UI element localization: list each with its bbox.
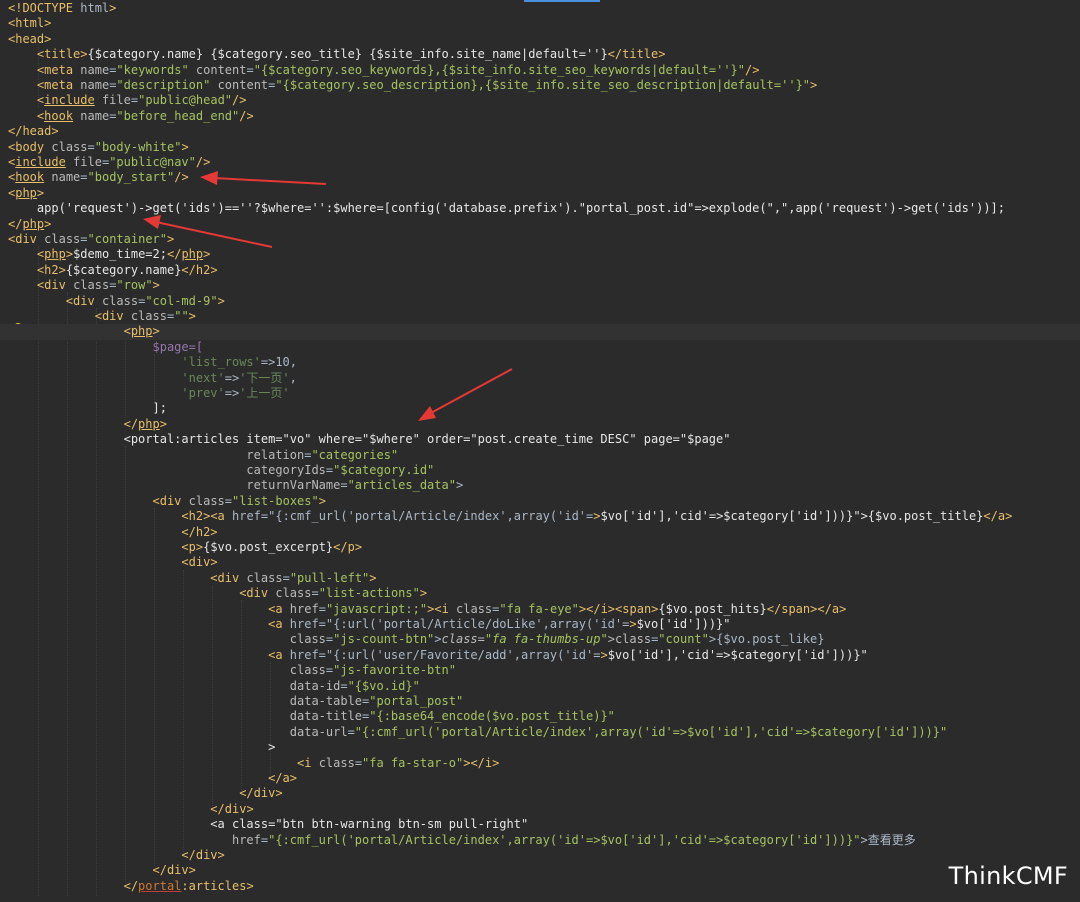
code-line[interactable]: <i class="fa fa-star-o"></i> [0,756,1080,771]
code-line[interactable]: <h2>{$category.name}</h2> [0,263,1080,278]
code-line[interactable]: </div> [0,786,1080,801]
code-line[interactable]: </php> [0,217,1080,232]
code-line[interactable]: <div> [0,555,1080,570]
code-line[interactable]: <meta name="keywords" content="{$categor… [0,63,1080,78]
code-line[interactable]: class="js-favorite-btn" [0,663,1080,678]
code-line[interactable]: <include file="public@head"/> [0,93,1080,108]
code-line[interactable]: <body class="body-white"> [0,140,1080,155]
code-line[interactable]: <meta name="description" content="{$cate… [0,78,1080,93]
code-line[interactable]: <div class=""> [0,309,1080,324]
code-line[interactable]: </div> [0,802,1080,817]
code-line[interactable]: </div> [0,863,1080,878]
code-line[interactable]: <a href="{:url('portal/Article/doLike',a… [0,617,1080,632]
code-line[interactable]: <html> [0,16,1080,31]
code-line[interactable]: </h2> [0,525,1080,540]
code-line[interactable]: </div> [0,848,1080,863]
code-line[interactable]: </php> [0,417,1080,432]
code-line[interactable]: 'next'=>'下一页', [0,371,1080,386]
code-line[interactable]: </head> [0,124,1080,139]
code-line[interactable]: <div class="list-boxes"> [0,494,1080,509]
code-line[interactable]: <p>{$vo.post_excerpt}</p> [0,540,1080,555]
code-line[interactable]: categoryIds="$category.id" [0,463,1080,478]
code-line[interactable]: data-title="{:base64_encode($vo.post_tit… [0,709,1080,724]
watermark-label: ThinkCMF [948,862,1068,890]
code-line[interactable]: $page=[ [0,340,1080,355]
code-line[interactable]: class="js-count-btn">class="fa fa-thumbs… [0,632,1080,647]
code-line[interactable]: app('request')->get('ids')==''?$where=''… [0,201,1080,216]
code-line[interactable]: </portal:articles> [0,879,1080,894]
code-line[interactable]: <php> [0,186,1080,201]
code-line[interactable]: <head> [0,32,1080,47]
code-line[interactable]: <hook name="body_start"/> [0,170,1080,185]
code-line[interactable]: 'prev'=>'上一页' [0,386,1080,401]
code-line[interactable]: <php> [0,324,1080,340]
code-line[interactable]: <div class="container"> [0,232,1080,247]
code-line[interactable]: <php>$demo_time=2;</php> [0,247,1080,262]
code-line[interactable]: <include file="public@nav"/> [0,155,1080,170]
code-line[interactable]: 'list_rows'=>10, [0,355,1080,370]
code-line[interactable]: returnVarName="articles_data"> [0,478,1080,493]
code-line[interactable]: <a href="{:url('user/Favorite/add',array… [0,648,1080,663]
code-editor[interactable]: <!DOCTYPE html> <html> <head> <title>{$cat… [0,0,1080,902]
code-line[interactable]: <div class="row"> [0,278,1080,293]
code-line[interactable]: <div class="pull-left"> [0,571,1080,586]
code-line[interactable]: data-table="portal_post" [0,694,1080,709]
code-line[interactable]: > [0,740,1080,755]
code-line[interactable]: data-url="{:cmf_url('portal/Article/inde… [0,725,1080,740]
code-line[interactable]: <title>{$category.name} {$category.seo_t… [0,47,1080,62]
code-line[interactable]: <hook name="before_head_end"/> [0,109,1080,124]
code-line[interactable]: <portal:articles item="vo" where="$where… [0,432,1080,447]
code-line[interactable]: href="{:cmf_url('portal/Article/index',a… [0,833,1080,848]
code-line[interactable]: <!DOCTYPE html> [0,1,1080,16]
code-line[interactable]: ]; [0,401,1080,416]
code-line[interactable]: <div class="list-actions"> [0,586,1080,601]
code-line[interactable]: </a> [0,771,1080,786]
code-line[interactable]: <a href="javascript:;"><i class="fa fa-e… [0,602,1080,617]
code-line[interactable]: <a class="btn btn-warning btn-sm pull-ri… [0,817,1080,832]
code-line[interactable]: data-id="{$vo.id}" [0,679,1080,694]
code-line[interactable]: <h2><a href="{:cmf_url('portal/Article/i… [0,509,1080,524]
code-line[interactable]: relation="categories" [0,448,1080,463]
code-line[interactable]: <div class="col-md-9"> [0,294,1080,309]
